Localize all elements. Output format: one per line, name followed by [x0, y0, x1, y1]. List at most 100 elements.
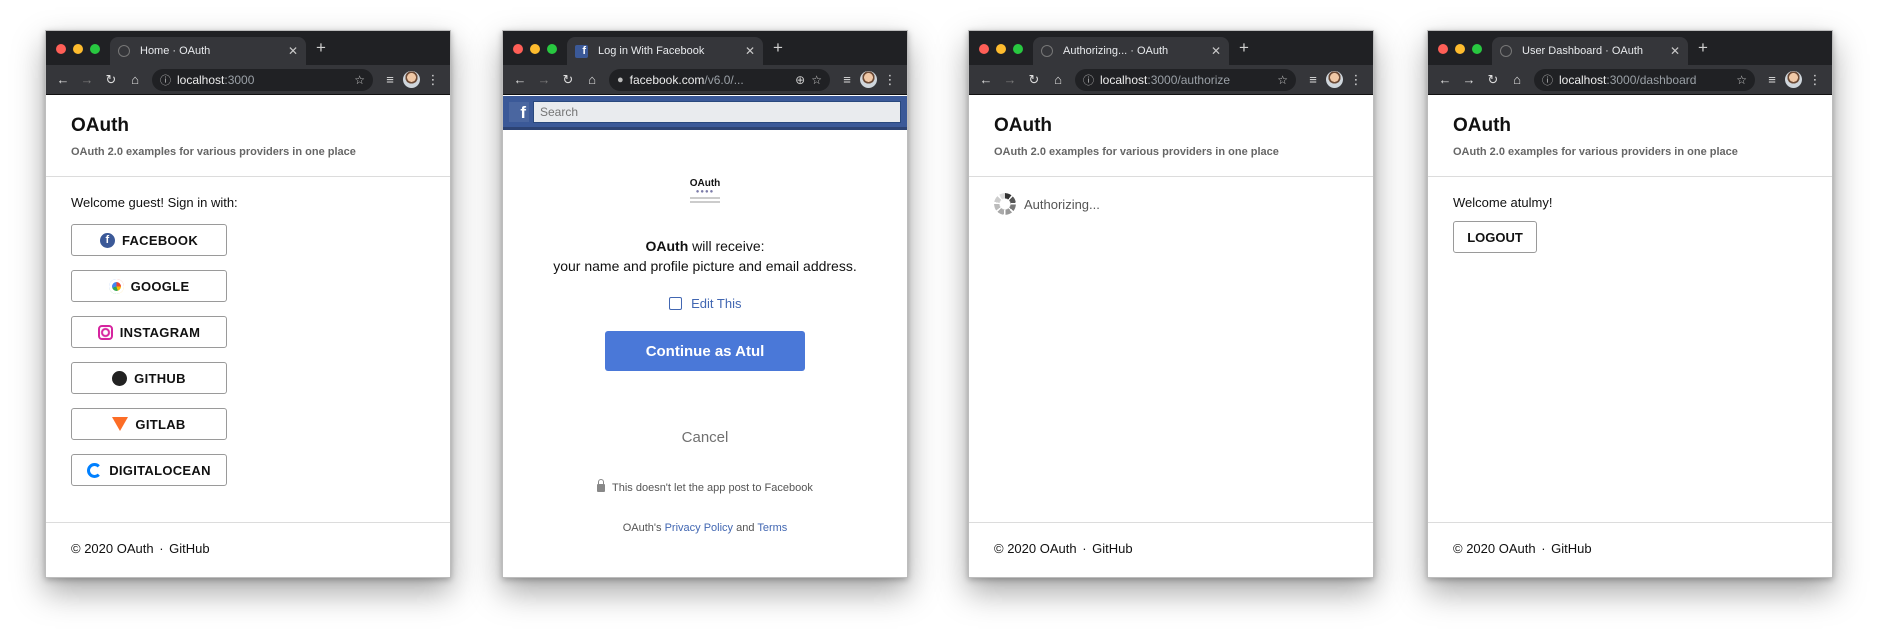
minimize-window-button[interactable] — [530, 44, 540, 54]
close-window-button[interactable] — [1438, 44, 1448, 54]
browser-window-home: Home · OAuth ✕ + ← → ↻ ⌂ ⓘ localhost :30… — [45, 30, 451, 578]
address-bar[interactable]: ⓘ localhost :3000/dashboard ☆ — [1534, 68, 1755, 91]
dashboard-section: Welcome atulmy! LOGOUT — [1428, 177, 1832, 271]
site-title[interactable]: OAuth — [1453, 115, 1807, 137]
facebook-search-input[interactable] — [533, 100, 901, 123]
more-menu-icon[interactable]: ⋮ — [1345, 72, 1367, 88]
cancel-button[interactable]: Cancel — [503, 429, 907, 446]
github-link[interactable]: GitHub — [1551, 541, 1591, 556]
bookmark-star-icon[interactable]: ☆ — [1277, 73, 1288, 87]
media-control-icon[interactable]: ≡ — [836, 72, 858, 87]
continue-button[interactable]: Continue as Atul — [605, 331, 805, 371]
media-control-icon[interactable]: ≡ — [379, 72, 401, 87]
media-control-icon[interactable]: ≡ — [1761, 72, 1783, 87]
permission-dialog: OAuth ●●●● OAuth will receive: your name… — [503, 178, 907, 534]
close-tab-icon[interactable]: ✕ — [288, 44, 298, 58]
browser-tab[interactable]: User Dashboard · OAuth ✕ — [1492, 37, 1688, 65]
more-menu-icon[interactable]: ⋮ — [422, 72, 444, 88]
digitalocean-signin-button[interactable]: DIGITALOCEAN — [71, 454, 227, 486]
bookmark-star-icon[interactable]: ☆ — [354, 73, 365, 87]
page-authorize: OAuth OAuth 2.0 examples for various pro… — [969, 96, 1373, 577]
close-window-button[interactable] — [979, 44, 989, 54]
profile-avatar[interactable] — [860, 71, 877, 88]
reload-icon[interactable]: ↻ — [1482, 72, 1504, 88]
profile-avatar[interactable] — [403, 71, 420, 88]
globe-icon — [118, 45, 130, 57]
tab-strip: f Log in With Facebook ✕ + — [503, 31, 907, 65]
maximize-window-button[interactable] — [90, 44, 100, 54]
info-icon[interactable]: ⓘ — [1542, 72, 1553, 88]
bookmark-star-icon[interactable]: ☆ — [811, 73, 822, 87]
profile-avatar[interactable] — [1785, 71, 1802, 88]
site-title[interactable]: OAuth — [994, 115, 1348, 137]
forward-icon[interactable]: → — [533, 72, 555, 87]
media-control-icon[interactable]: ≡ — [1302, 72, 1324, 87]
more-menu-icon[interactable]: ⋮ — [879, 72, 901, 88]
back-icon[interactable]: ← — [52, 72, 74, 87]
instagram-signin-button[interactable]: INSTAGRAM — [71, 316, 227, 348]
home-icon[interactable]: ⌂ — [124, 72, 146, 87]
bookmark-star-icon[interactable]: ☆ — [1736, 73, 1747, 87]
browser-toolbar: ← → ↻ ⌂ ⓘ localhost :3000 ☆ ≡ ⋮ — [46, 65, 450, 95]
more-menu-icon[interactable]: ⋮ — [1804, 72, 1826, 88]
close-tab-icon[interactable]: ✕ — [1670, 44, 1680, 58]
logout-button[interactable]: LOGOUT — [1453, 221, 1537, 253]
browser-tab[interactable]: f Log in With Facebook ✕ — [567, 37, 763, 65]
forward-icon[interactable]: → — [76, 72, 98, 87]
home-icon[interactable]: ⌂ — [1047, 72, 1069, 87]
tab-strip: Home · OAuth ✕ + — [46, 31, 450, 65]
minimize-window-button[interactable] — [73, 44, 83, 54]
info-icon[interactable]: ⓘ — [1083, 72, 1094, 88]
github-signin-button[interactable]: GITHUB — [71, 362, 227, 394]
google-icon — [108, 278, 124, 294]
privacy-policy-link[interactable]: Privacy Policy — [665, 522, 733, 534]
minimize-window-button[interactable] — [1455, 44, 1465, 54]
new-tab-icon[interactable]: + — [1239, 38, 1249, 58]
back-icon[interactable]: ← — [975, 72, 997, 87]
site-title[interactable]: OAuth — [71, 115, 425, 137]
maximize-window-button[interactable] — [1013, 44, 1023, 54]
browser-tab[interactable]: Home · OAuth ✕ — [110, 37, 306, 65]
facebook-signin-button[interactable]: f FACEBOOK — [71, 224, 227, 256]
site-footer: © 2020 OAuth · GitHub — [969, 522, 1373, 577]
terms-link[interactable]: Terms — [757, 522, 787, 534]
minimize-window-button[interactable] — [996, 44, 1006, 54]
new-tab-icon[interactable]: + — [1698, 38, 1708, 58]
address-bar[interactable]: ⓘ localhost :3000/authorize ☆ — [1075, 68, 1296, 91]
profile-avatar[interactable] — [1326, 71, 1343, 88]
maximize-window-button[interactable] — [1472, 44, 1482, 54]
new-tab-icon[interactable]: + — [316, 38, 326, 58]
home-icon[interactable]: ⌂ — [1506, 72, 1528, 87]
reload-icon[interactable]: ↻ — [100, 72, 122, 88]
address-bar[interactable]: ⓘ localhost :3000 ☆ — [152, 68, 373, 91]
browser-tab[interactable]: Authorizing... · OAuth ✕ — [1033, 37, 1229, 65]
google-signin-button[interactable]: GOOGLE — [71, 270, 227, 302]
back-icon[interactable]: ← — [1434, 72, 1456, 87]
lock-icon[interactable]: ● — [617, 74, 624, 86]
close-tab-icon[interactable]: ✕ — [1211, 44, 1221, 58]
close-window-button[interactable] — [513, 44, 523, 54]
url-host: facebook.com — [629, 72, 705, 87]
reload-icon[interactable]: ↻ — [1023, 72, 1045, 88]
home-icon[interactable]: ⌂ — [581, 72, 603, 87]
maximize-window-button[interactable] — [547, 44, 557, 54]
close-tab-icon[interactable]: ✕ — [745, 44, 755, 58]
forward-icon[interactable]: → — [1458, 72, 1480, 87]
github-link[interactable]: GitHub — [169, 541, 209, 556]
zoom-icon[interactable]: ⊕ — [795, 73, 805, 87]
page-home: OAuth OAuth 2.0 examples for various pro… — [46, 96, 450, 577]
url-host: localhost — [1559, 72, 1607, 87]
github-link[interactable]: GitHub — [1092, 541, 1132, 556]
facebook-logo-icon[interactable]: f — [509, 101, 529, 122]
new-tab-icon[interactable]: + — [773, 38, 783, 58]
edit-permissions-link[interactable]: Edit This — [503, 296, 907, 311]
forward-icon[interactable]: → — [999, 72, 1021, 87]
address-bar[interactable]: ● facebook.com /v6.0/... ⊕ ☆ — [609, 68, 830, 91]
info-icon[interactable]: ⓘ — [160, 72, 171, 88]
gitlab-signin-button[interactable]: GITLAB — [71, 408, 227, 440]
no-post-text: This doesn't let the app post to Faceboo… — [612, 482, 813, 494]
reload-icon[interactable]: ↻ — [557, 72, 579, 88]
back-icon[interactable]: ← — [509, 72, 531, 87]
close-window-button[interactable] — [56, 44, 66, 54]
app-logo-title: OAuth — [689, 178, 721, 189]
